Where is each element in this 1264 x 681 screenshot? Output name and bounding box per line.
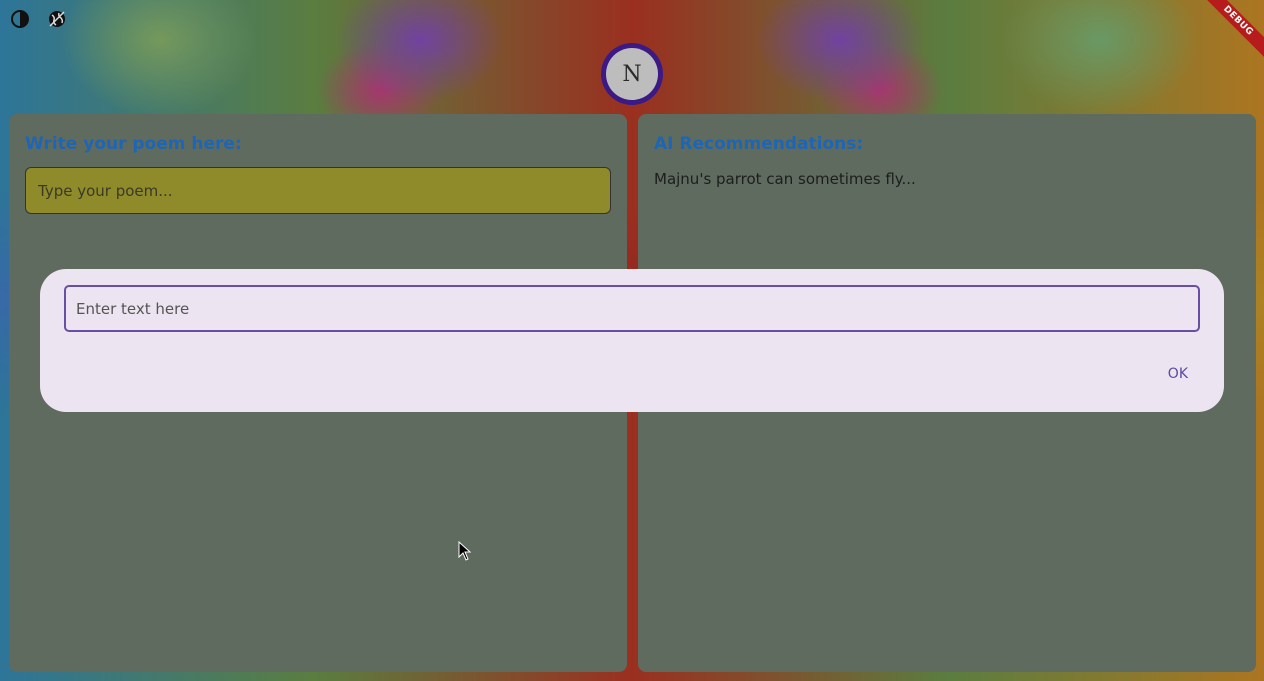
poem-input[interactable] bbox=[25, 167, 611, 214]
recommendation-text: Majnu's parrot can sometimes fly... bbox=[654, 170, 916, 188]
avatar-initial: N bbox=[606, 48, 658, 100]
debug-banner-label: DEBUG bbox=[1204, 0, 1264, 60]
recommendations-panel-title: AI Recommendations: bbox=[654, 134, 864, 154]
poem-panel-title: Write your poem here: bbox=[25, 134, 242, 154]
text-input-dialog: OK bbox=[40, 269, 1224, 412]
dialog-text-input[interactable] bbox=[64, 285, 1200, 332]
avatar[interactable]: N bbox=[601, 43, 663, 105]
ok-button[interactable]: OK bbox=[1162, 362, 1194, 386]
debug-banner: DEBUG bbox=[1204, 0, 1264, 60]
contrast-icon[interactable] bbox=[9, 8, 31, 30]
app-window: N DEBUG Write your poem here: AI Recomme… bbox=[0, 0, 1264, 681]
globe-icon[interactable] bbox=[46, 8, 68, 30]
mouse-pointer-icon bbox=[458, 540, 472, 565]
